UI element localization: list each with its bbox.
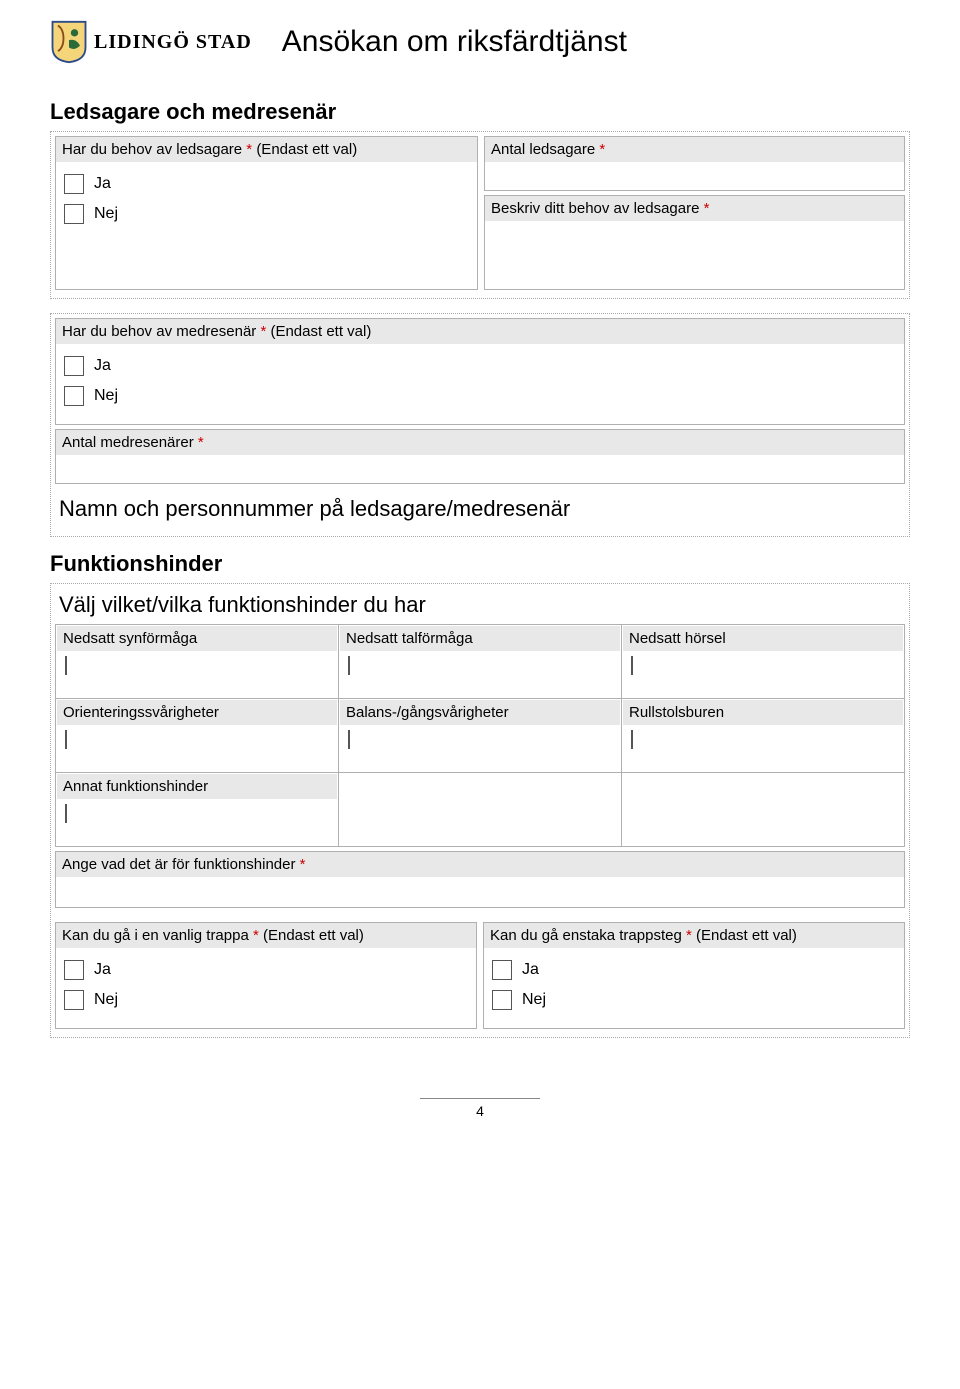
field-antal-ledsagare: Antal ledsagare * — [484, 136, 905, 191]
label-nedsatt-syn: Nedsatt synförmåga — [57, 626, 337, 651]
label-ange-funktionshinder: Ange vad det är för funktionshinder * — [56, 852, 904, 877]
field-trappsteg: Kan du gå enstaka trappsteg * (Endast et… — [483, 922, 905, 1029]
section-heading-funktionshinder: Funktionshinder — [50, 551, 910, 577]
option-medresenar-ja[interactable]: Ja — [64, 356, 896, 376]
option-label: Nej — [94, 991, 118, 1009]
label-balans: Balans-/gångsvårigheter — [340, 700, 620, 725]
page-header: LIDINGÖ STAD Ansökan om riksfärdtjänst — [50, 20, 910, 64]
input-antal-medresenarer[interactable] — [56, 455, 904, 483]
option-label: Nej — [94, 205, 118, 223]
checkbox-orientering[interactable] — [65, 730, 67, 749]
option-label: Ja — [94, 175, 111, 193]
option-trappsteg-nej[interactable]: Nej — [492, 990, 896, 1010]
checkbox-icon[interactable] — [64, 204, 84, 224]
option-medresenar-nej[interactable]: Nej — [64, 386, 896, 406]
option-label: Ja — [94, 357, 111, 375]
label-trappa: Kan du gå i en vanlig trappa * (Endast e… — [56, 923, 476, 948]
option-label: Nej — [94, 387, 118, 405]
checkbox-nedsatt-syn[interactable] — [65, 656, 67, 675]
option-ledsagare-nej[interactable]: Nej — [64, 204, 469, 224]
field-behov-ledsagare: Har du behov av ledsagare * (Endast ett … — [55, 136, 478, 290]
funktionshinder-table: Nedsatt synförmåga Nedsatt talförmåga Ne… — [55, 624, 905, 847]
label-orientering: Orienteringssvårigheter — [57, 700, 337, 725]
page-number: 4 — [420, 1098, 540, 1119]
checkbox-rullstol[interactable] — [631, 730, 633, 749]
checkbox-icon[interactable] — [64, 386, 84, 406]
input-beskriv-ledsagare[interactable] — [485, 221, 904, 289]
subheading-valj-funktionshinder: Välj vilket/vilka funktionshinder du har — [59, 592, 905, 618]
brand-text: LIDINGÖ STAD — [94, 31, 252, 54]
label-behov-medresenar: Har du behov av medresenär * (Endast ett… — [56, 319, 904, 344]
checkbox-nedsatt-tal[interactable] — [348, 656, 350, 675]
shield-icon — [50, 20, 88, 64]
label-annat: Annat funktionshinder — [57, 774, 337, 799]
checkbox-balans[interactable] — [348, 730, 350, 749]
label-nedsatt-horsel: Nedsatt hörsel — [623, 626, 903, 651]
field-beskriv-ledsagare: Beskriv ditt behov av ledsagare * — [484, 195, 905, 290]
option-label: Ja — [94, 961, 111, 979]
label-rullstol: Rullstolsburen — [623, 700, 903, 725]
brand-logo: LIDINGÖ STAD — [50, 20, 252, 64]
option-trappa-nej[interactable]: Nej — [64, 990, 468, 1010]
checkbox-icon[interactable] — [64, 960, 84, 980]
option-ledsagare-ja[interactable]: Ja — [64, 174, 469, 194]
ledsagare-box: Har du behov av ledsagare * (Endast ett … — [50, 131, 910, 299]
label-antal-medresenarer: Antal medresenärer * — [56, 430, 904, 455]
checkbox-icon[interactable] — [492, 990, 512, 1010]
checkbox-icon[interactable] — [64, 356, 84, 376]
field-behov-medresenar: Har du behov av medresenär * (Endast ett… — [55, 318, 905, 425]
field-antal-medresenarer: Antal medresenärer * — [55, 429, 905, 484]
label-beskriv-ledsagare: Beskriv ditt behov av ledsagare * — [485, 196, 904, 221]
input-antal-ledsagare[interactable] — [485, 162, 904, 190]
option-label: Nej — [522, 991, 546, 1009]
label-antal-ledsagare: Antal ledsagare * — [485, 137, 904, 162]
checkbox-annat[interactable] — [65, 804, 67, 823]
field-trappa: Kan du gå i en vanlig trappa * (Endast e… — [55, 922, 477, 1029]
checkbox-nedsatt-horsel[interactable] — [631, 656, 633, 675]
label-nedsatt-tal: Nedsatt talförmåga — [340, 626, 620, 651]
subheading-namn-personnummer: Namn och personnummer på ledsagare/medre… — [59, 496, 905, 522]
section-heading-ledsagare: Ledsagare och medresenär — [50, 99, 910, 125]
page-title: Ansökan om riksfärdtjänst — [282, 25, 627, 59]
option-label: Ja — [522, 961, 539, 979]
option-trappa-ja[interactable]: Ja — [64, 960, 468, 980]
label-behov-ledsagare: Har du behov av ledsagare * (Endast ett … — [56, 137, 477, 162]
field-ange-funktionshinder: Ange vad det är för funktionshinder * — [55, 851, 905, 908]
label-trappsteg: Kan du gå enstaka trappsteg * (Endast et… — [484, 923, 904, 948]
checkbox-icon[interactable] — [492, 960, 512, 980]
checkbox-icon[interactable] — [64, 990, 84, 1010]
medresenar-box: Har du behov av medresenär * (Endast ett… — [50, 313, 910, 537]
funktionshinder-box: Välj vilket/vilka funktionshinder du har… — [50, 583, 910, 1038]
input-ange-funktionshinder[interactable] — [56, 877, 904, 907]
checkbox-icon[interactable] — [64, 174, 84, 194]
option-trappsteg-ja[interactable]: Ja — [492, 960, 896, 980]
